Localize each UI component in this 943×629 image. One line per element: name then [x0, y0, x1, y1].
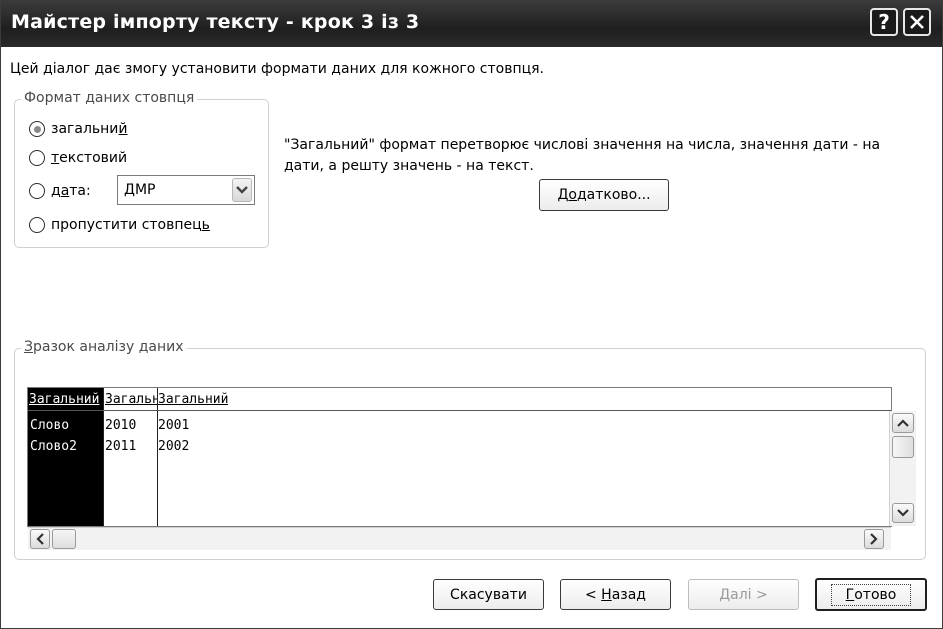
vertical-scroll-thumb[interactable] [892, 436, 914, 458]
back-button[interactable]: < Назад [560, 579, 671, 610]
chevron-up-icon [897, 419, 909, 427]
radio-general-label: загальний [51, 121, 128, 137]
radio-text-label: текстовий [51, 150, 128, 166]
advanced-button[interactable]: Додатково... [539, 179, 669, 211]
finish-button-label: Готово [830, 583, 912, 606]
cell-2-1: Слово2 [30, 439, 77, 454]
cancel-button-label: Скасувати [450, 586, 527, 603]
radio-text-indicator[interactable] [29, 150, 45, 166]
radio-skip-column[interactable]: пропустити стовпець [29, 217, 210, 233]
radio-date[interactable]: дата: [29, 183, 91, 199]
cell-1-3: 2001 [158, 418, 190, 433]
chevron-right-icon [870, 533, 878, 545]
scroll-right-button[interactable] [864, 529, 884, 549]
column-format-title: Формат даних стовпця [21, 90, 198, 106]
dialog-title: Майстер імпорту тексту - крок 3 із 3 [11, 11, 420, 33]
next-button[interactable]: Далі > [688, 579, 799, 610]
next-button-label: Далі > [719, 586, 768, 603]
close-button[interactable] [903, 8, 931, 36]
radio-general[interactable]: загальний [29, 121, 128, 137]
close-icon [910, 15, 924, 29]
scroll-down-button[interactable] [892, 503, 914, 523]
chevron-down-icon [897, 509, 909, 517]
date-format-dropdown-button[interactable] [232, 178, 252, 202]
chevron-down-icon [236, 186, 248, 194]
radio-skip-indicator[interactable] [29, 217, 45, 233]
cancel-button[interactable]: Скасувати [433, 579, 544, 610]
chevron-left-icon [36, 533, 44, 545]
data-preview-grid[interactable]: Загальний Слово Слово2 Загальний 2010 20… [27, 387, 892, 527]
cell-2-3: 2002 [158, 439, 190, 454]
advanced-button-label: Додатково... [557, 187, 651, 203]
cell-2-2: 2011 [105, 439, 137, 454]
cell-1-2: 2010 [105, 418, 137, 433]
radio-date-indicator[interactable] [29, 183, 45, 199]
back-button-label: < Назад [584, 586, 646, 603]
format-info-text: "Загальний" формат перетворює числові зн… [284, 137, 881, 174]
radio-date-label: дата: [51, 183, 91, 199]
help-icon: ? [878, 10, 890, 34]
help-button[interactable]: ? [870, 8, 898, 36]
title-bar[interactable]: Майстер імпорту тексту - крок 3 із 3 ? [1, 1, 942, 47]
radio-general-indicator[interactable] [29, 121, 45, 137]
finish-button[interactable]: Готово [815, 578, 927, 611]
dialog-body: Цей діалог дає змогу установити формати … [1, 47, 942, 628]
horizontal-scroll-thumb[interactable] [52, 529, 76, 549]
scroll-up-button[interactable] [892, 413, 914, 433]
vertical-scrollbar[interactable] [889, 411, 916, 526]
date-format-value: ДМР [124, 182, 156, 198]
preview-header-row [28, 388, 891, 411]
import-wizard-dialog: Майстер імпорту тексту - крок 3 із 3 ? Ц… [0, 0, 943, 629]
date-format-select[interactable]: ДМР [117, 175, 255, 205]
scroll-left-button[interactable] [30, 529, 50, 549]
cell-1-1: Слово [30, 418, 70, 433]
horizontal-scrollbar[interactable] [28, 527, 891, 550]
data-preview-title: Зразок аналізу даних [21, 339, 187, 355]
dialog-description: Цей діалог дає змогу установити формати … [10, 61, 545, 77]
radio-text[interactable]: текстовий [29, 150, 127, 166]
radio-skip-label: пропустити стовпець [51, 217, 210, 233]
